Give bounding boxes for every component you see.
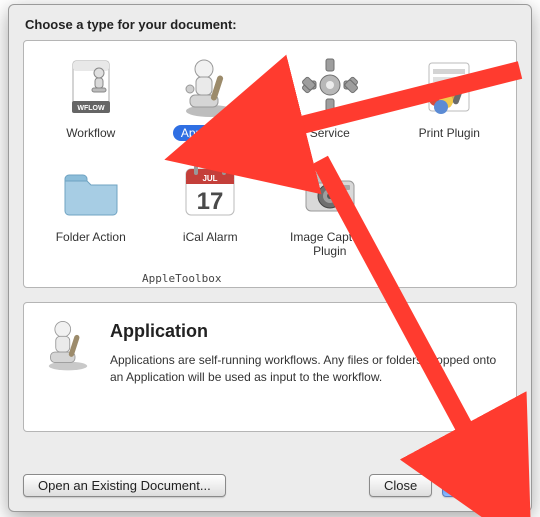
application-icon: [178, 55, 242, 119]
type-label: Workflow: [58, 125, 123, 141]
type-print-plugin[interactable]: Print Plugin: [393, 55, 507, 141]
folder-action-icon: [59, 159, 123, 223]
service-icon: [298, 55, 362, 119]
type-ical-alarm[interactable]: JUL 17 iCal Alarm: [154, 159, 268, 259]
prompt-label: Choose a type for your document:: [25, 17, 517, 32]
type-service[interactable]: Service: [273, 55, 387, 141]
type-label: Application: [173, 125, 248, 141]
type-label: Service: [302, 125, 358, 141]
close-button[interactable]: Close: [369, 474, 432, 497]
svg-text:JUL: JUL: [203, 174, 218, 183]
open-existing-button[interactable]: Open an Existing Document...: [23, 474, 226, 497]
button-row: Open an Existing Document... Close Choos…: [23, 474, 517, 497]
image-capture-icon: [298, 159, 362, 223]
type-label: Folder Action: [48, 229, 134, 245]
type-folder-action[interactable]: Folder Action: [34, 159, 148, 259]
choose-button[interactable]: Choose: [442, 474, 517, 497]
type-label: Image Capture Plugin: [273, 229, 387, 259]
document-type-panel: WFLOW Workflow: [23, 40, 517, 288]
type-label: iCal Alarm: [175, 229, 246, 245]
type-application[interactable]: Application: [154, 55, 268, 141]
description-icon: [40, 317, 96, 413]
workflow-icon: WFLOW: [59, 55, 123, 119]
description-title: Application: [110, 321, 500, 342]
svg-text:17: 17: [197, 188, 224, 215]
type-workflow[interactable]: WFLOW Workflow: [34, 55, 148, 141]
template-chooser-sheet: Choose a type for your document: WFLOW: [8, 4, 532, 512]
print-plugin-icon: [417, 55, 481, 119]
ical-alarm-icon: JUL 17: [178, 159, 242, 223]
watermark-text: AppleToolbox: [142, 272, 221, 285]
description-body: Applications are self-running workflows.…: [110, 352, 500, 386]
description-panel: Application Applications are self-runnin…: [23, 302, 517, 432]
type-image-capture-plugin[interactable]: Image Capture Plugin: [273, 159, 387, 259]
svg-text:WFLOW: WFLOW: [77, 105, 105, 112]
type-label: Print Plugin: [411, 125, 488, 141]
